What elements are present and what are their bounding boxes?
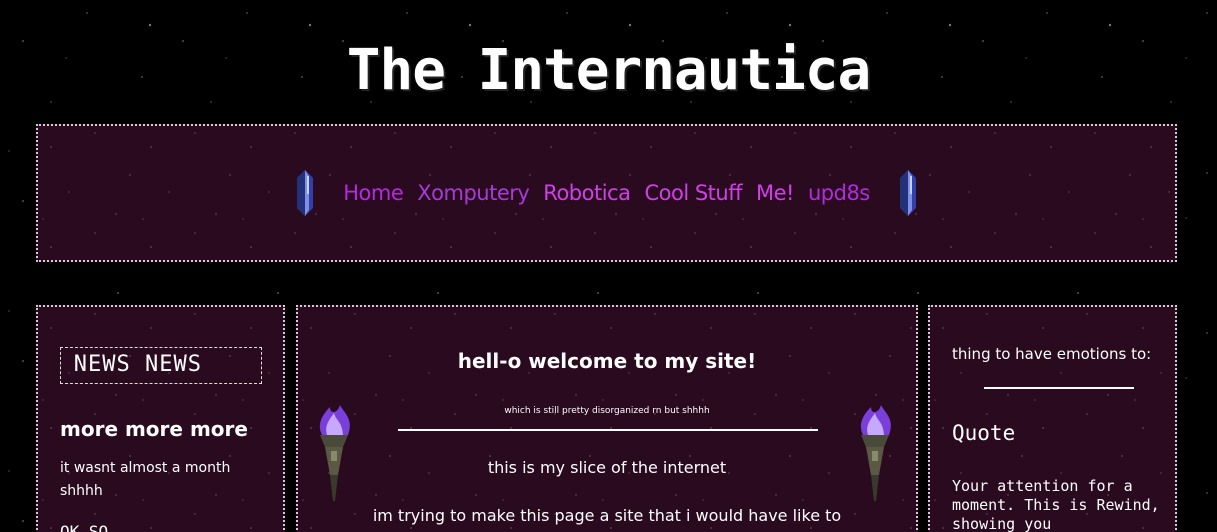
divider — [984, 387, 1134, 389]
quote-panel: thing to have emotions to: Quote Your at… — [928, 305, 1177, 532]
nav-link-me[interactable]: Me! — [756, 181, 794, 205]
news-ticker: WS NEWS NEWS — [60, 347, 262, 384]
welcome-subtitle: which is still pretty disorganized rn bu… — [504, 406, 710, 416]
site-title: The Internautica — [346, 38, 871, 103]
news-ticker-text: WS NEWS NEWS — [61, 352, 202, 377]
divider — [398, 429, 818, 431]
news-more-text: OK SO — [60, 522, 109, 532]
nav-links: Home Xomputery Robotica Cool Stuff Me! u… — [343, 181, 870, 205]
purple-flame-torch-icon — [860, 405, 891, 501]
welcome-text-2: im trying to make this page a site that … — [372, 506, 842, 525]
main-nav: Home Xomputery Robotica Cool Stuff Me! u… — [38, 126, 1175, 260]
welcome-title: hell-o welcome to my site! — [457, 349, 757, 373]
news-panel: WS NEWS NEWS more more more it wasnt alm… — [36, 305, 285, 532]
quote-text: Your attention for a moment. This is Rew… — [952, 477, 1160, 532]
nav-link-xomputery[interactable]: Xomputery — [417, 181, 530, 205]
welcome-panel: hell-o welcome to my site! which is stil… — [296, 305, 918, 532]
blue-gem-icon — [297, 170, 314, 216]
quote-heading: Quote — [952, 421, 1016, 445]
news-heading: more more more — [60, 417, 248, 441]
nav-link-home[interactable]: Home — [343, 181, 404, 205]
news-text: it wasnt almost a month shhhh — [60, 460, 231, 499]
nav-link-robotica[interactable]: Robotica — [543, 181, 631, 205]
blue-gem-icon — [899, 170, 916, 216]
nav-link-upd8s[interactable]: upd8s — [808, 181, 870, 205]
nav-link-cool-stuff[interactable]: Cool Stuff — [644, 181, 742, 205]
purple-flame-torch-icon — [319, 405, 350, 501]
nav-panel: Home Xomputery Robotica Cool Stuff Me! u… — [36, 124, 1177, 262]
welcome-text-1: this is my slice of the internet — [487, 458, 727, 477]
emotion-text: thing to have emotions to: — [952, 345, 1152, 363]
